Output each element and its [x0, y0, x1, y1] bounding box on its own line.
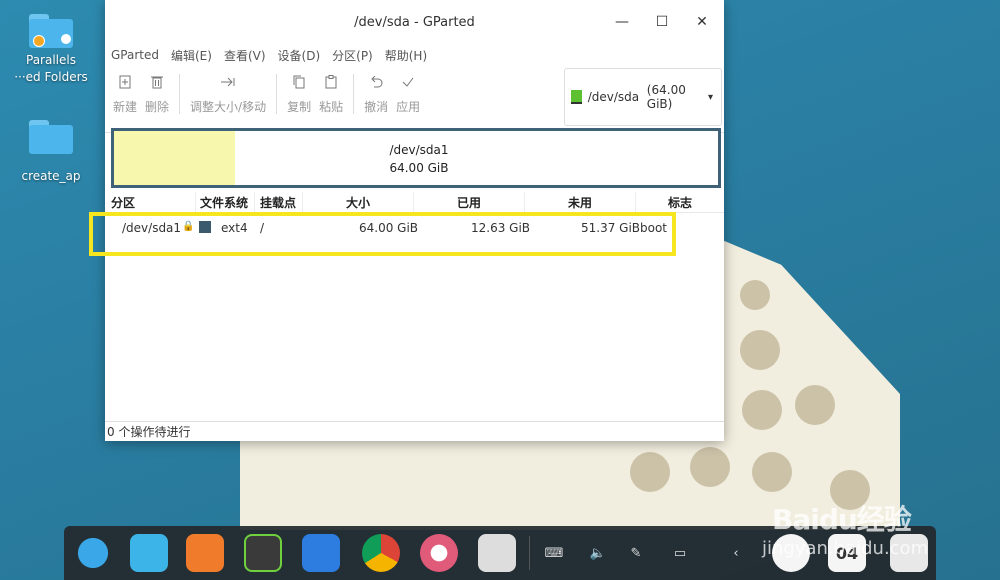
chrome-icon[interactable] [362, 534, 400, 572]
titlebar[interactable]: /dev/sda - GParted — ☐ ✕ [105, 0, 724, 44]
desktop-icon-parallels-folders[interactable]: Parallels ···ed Folders [6, 14, 96, 86]
disk-map-used [114, 131, 235, 185]
new-label: 新建 [113, 100, 138, 114]
desktop-icon-label: Parallels ···ed Folders [14, 53, 88, 84]
file-manager-icon[interactable] [130, 534, 168, 572]
resize-move-button[interactable]: 调整大小/移动 [190, 72, 266, 115]
wallpaper-dot [795, 385, 835, 425]
menubar: GParted 编辑(E) 查看(V) 设备(D) 分区(P) 帮助(H) [105, 44, 724, 66]
watermark-url: jingyan.baidu.com [762, 538, 929, 559]
disk-map-size: 64.00 GiB [389, 161, 449, 175]
battery-icon[interactable]: ▭ [668, 538, 692, 568]
keyboard-icon[interactable]: ⌨ [542, 538, 566, 568]
menu-view[interactable]: 查看(V) [224, 47, 266, 64]
resize-label: 调整大小/移动 [190, 100, 267, 114]
deepin-launcher-icon[interactable] [74, 534, 112, 572]
desktop-icon-label: create_ap [21, 169, 81, 183]
highlight-annotation [89, 212, 676, 256]
copy-icon [289, 72, 309, 92]
chevron-down-icon: ▾ [707, 91, 713, 103]
close-button[interactable]: ✕ [690, 10, 714, 34]
partition-table-header: 分区 文件系统 挂载点 大小 已用 未用 标志 [105, 192, 724, 213]
pen-icon[interactable]: ✎ [624, 538, 648, 568]
window-title: /dev/sda - GParted [354, 14, 475, 30]
minimize-button[interactable]: — [610, 10, 634, 34]
col-unused[interactable]: 未用 [568, 194, 592, 211]
new-icon [115, 72, 135, 92]
toolbar-separator [353, 74, 355, 114]
wallpaper-dot [752, 452, 792, 492]
settings-icon[interactable] [420, 534, 458, 572]
delete-label: 删除 [145, 100, 170, 114]
paste-label: 粘贴 [319, 100, 344, 114]
maximize-button[interactable]: ☐ [650, 10, 674, 34]
menu-gparted[interactable]: GParted [111, 48, 159, 62]
status-text: 0 个操作待进行 [107, 425, 191, 439]
toolbar-separator [179, 74, 181, 114]
col-partition[interactable]: 分区 [111, 194, 135, 211]
undo-label: 撤消 [364, 100, 389, 114]
disk-icon [571, 90, 582, 104]
watermark: Baidu经验 [772, 503, 912, 536]
col-mountpoint[interactable]: 挂载点 [260, 194, 296, 211]
undo-icon [366, 72, 386, 92]
menu-help[interactable]: 帮助(H) [385, 47, 427, 64]
trash-icon [147, 72, 167, 92]
disk-icon[interactable] [478, 534, 516, 572]
paste-button[interactable]: 粘贴 [319, 72, 343, 115]
folder-icon [29, 120, 73, 154]
menu-partition[interactable]: 分区(P) [332, 47, 373, 64]
disk-map-label: /dev/sda1 64.00 GiB [384, 141, 454, 177]
status-bar: 0 个操作待进行 [105, 421, 724, 441]
menu-edit[interactable]: 编辑(E) [171, 47, 212, 64]
video-icon[interactable] [302, 534, 340, 572]
wallpaper-dot [742, 390, 782, 430]
music-icon[interactable] [244, 534, 282, 572]
folder-icon [29, 14, 73, 48]
copy-button[interactable]: 复制 [287, 72, 311, 115]
disk-map-partition: /dev/sda1 [389, 143, 449, 157]
apply-label: 应用 [396, 100, 421, 114]
toolbar-separator [276, 74, 278, 114]
col-filesystem[interactable]: 文件系统 [200, 194, 248, 211]
wallpaper-dot [630, 452, 670, 492]
apply-button[interactable]: 应用 [396, 72, 420, 115]
wallpaper-dot [740, 330, 780, 370]
col-used[interactable]: 已用 [457, 194, 481, 211]
paste-icon [321, 72, 341, 92]
volume-icon[interactable]: 🔈 [586, 538, 610, 568]
device-select[interactable]: /dev/sda (64.00 GiB) ▾ [564, 68, 722, 126]
device-size: (64.00 GiB) [646, 83, 686, 111]
app-store-icon[interactable] [186, 534, 224, 572]
col-flags[interactable]: 标志 [668, 194, 692, 211]
wallpaper-dot [690, 447, 730, 487]
menu-device[interactable]: 设备(D) [278, 47, 321, 64]
undo-button[interactable]: 撤消 [364, 72, 388, 115]
check-icon [398, 72, 418, 92]
copy-label: 复制 [287, 100, 312, 114]
disk-map[interactable]: /dev/sda1 64.00 GiB [111, 128, 721, 188]
resize-icon [218, 72, 238, 92]
desktop-icon-create-ap[interactable]: create_ap [6, 120, 96, 185]
toolbar: 新建 删除 调整大小/移动 复制 粘贴 撤消 应用 /dev/sda (64.0… [105, 66, 724, 133]
col-size[interactable]: 大小 [346, 194, 370, 211]
wallpaper-dot [740, 280, 770, 310]
device-name: /dev/sda [587, 90, 640, 104]
new-button[interactable]: 新建 [113, 72, 137, 115]
delete-button[interactable]: 删除 [145, 72, 169, 115]
chevron-left-icon[interactable]: ‹ [724, 538, 748, 568]
